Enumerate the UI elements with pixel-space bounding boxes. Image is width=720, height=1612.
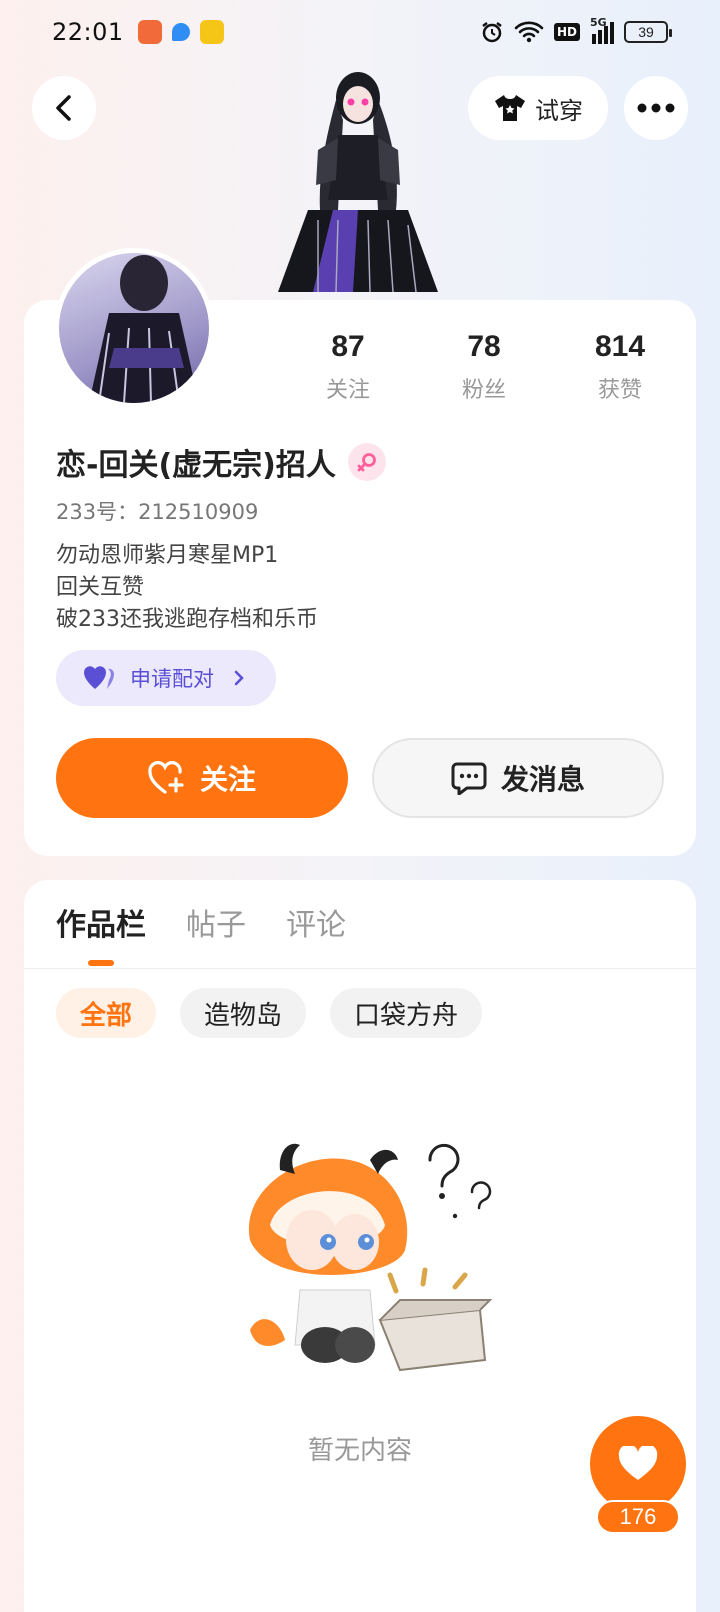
filter-all[interactable]: 全部 xyxy=(56,988,157,1038)
pair-label: 申请配对 xyxy=(130,667,214,691)
content-tabs: 作品栏 帖子 评论 xyxy=(56,900,346,960)
more-button[interactable] xyxy=(624,76,688,140)
bio-line: 勿动恩师紫月寒星MP1 xyxy=(56,543,279,568)
tab-comments[interactable]: 评论 xyxy=(286,900,346,960)
bio-line: 破233还我逃跑存档和乐币 xyxy=(56,607,318,632)
battery-icon: 39 xyxy=(624,21,672,43)
double-heart-icon xyxy=(84,666,115,689)
heart-icon xyxy=(618,1446,658,1480)
stat-label: 粉丝 xyxy=(461,378,506,403)
message-button[interactable]: 发消息 xyxy=(372,738,664,818)
nickname: 恋-回关(虚无宗)招人 xyxy=(56,448,336,483)
stat-following[interactable]: 87 关注 xyxy=(280,330,416,404)
battery-level: 39 xyxy=(638,24,654,40)
try-on-button[interactable]: 试穿 xyxy=(468,76,608,140)
filter-creation-island[interactable]: 造物岛 xyxy=(180,988,307,1038)
stat-value: 87 xyxy=(331,330,365,363)
stat-likes[interactable]: 814 获赞 xyxy=(552,330,688,404)
app-notification-icon xyxy=(199,20,224,44)
more-icon xyxy=(637,103,675,113)
user-id: 233号：212510909 xyxy=(56,500,259,524)
message-label: 发消息 xyxy=(500,763,585,796)
follow-button[interactable]: 关注 xyxy=(56,738,348,818)
avatar[interactable] xyxy=(54,248,214,408)
stat-label: 关注 xyxy=(325,378,370,403)
network-type: 5G xyxy=(590,16,607,29)
bio-line: 回关互赞 xyxy=(56,575,145,600)
filter-chips: 全部 造物岛 口袋方舟 xyxy=(56,988,483,1038)
filter-pocket-ark[interactable]: 口袋方舟 xyxy=(330,988,483,1038)
tab-posts[interactable]: 帖子 xyxy=(186,900,246,960)
bio: 勿动恩师紫月寒星MP1 回关互赞 破233还我逃跑存档和乐币 xyxy=(56,540,318,636)
female-icon xyxy=(347,443,386,481)
chevron-right-icon xyxy=(234,670,244,686)
avatar-image xyxy=(89,255,199,403)
alarm-icon xyxy=(482,22,502,43)
try-on-label: 试穿 xyxy=(535,96,583,125)
tshirt-icon xyxy=(495,95,525,121)
app-notification-icon xyxy=(171,23,190,41)
back-button[interactable] xyxy=(32,76,96,140)
stat-followers[interactable]: 78 粉丝 xyxy=(416,330,552,404)
tab-divider xyxy=(24,968,696,969)
heart-plus-icon xyxy=(148,761,184,794)
wifi-icon xyxy=(514,21,544,43)
hd-icon: HD xyxy=(553,23,580,41)
chat-bubble-icon xyxy=(451,762,487,795)
pair-request-button[interactable]: 申请配对 xyxy=(56,650,276,706)
like-count: 176 xyxy=(596,1500,680,1534)
follow-label: 关注 xyxy=(199,763,256,796)
like-button[interactable] xyxy=(590,1416,686,1512)
status-bar: 22:01 HD 5G 39 xyxy=(0,0,720,64)
status-time: 22:01 xyxy=(52,18,124,46)
status-app-icons xyxy=(137,20,224,44)
empty-state-illustration xyxy=(248,1143,493,1372)
chevron-left-icon xyxy=(56,95,71,121)
active-tab-indicator xyxy=(88,960,114,966)
app-notification-icon xyxy=(137,20,162,44)
character-avatar-figure xyxy=(278,72,438,293)
stat-value: 814 xyxy=(594,330,646,363)
stat-value: 78 xyxy=(467,330,501,363)
signal-icon: 5G xyxy=(590,16,614,44)
tab-works[interactable]: 作品栏 xyxy=(56,900,146,960)
profile-stats: 87 关注 78 粉丝 814 获赞 xyxy=(280,330,696,404)
stat-label: 获赞 xyxy=(597,378,642,403)
nickname-row: 恋-回关(虚无宗)招人 xyxy=(56,440,386,484)
